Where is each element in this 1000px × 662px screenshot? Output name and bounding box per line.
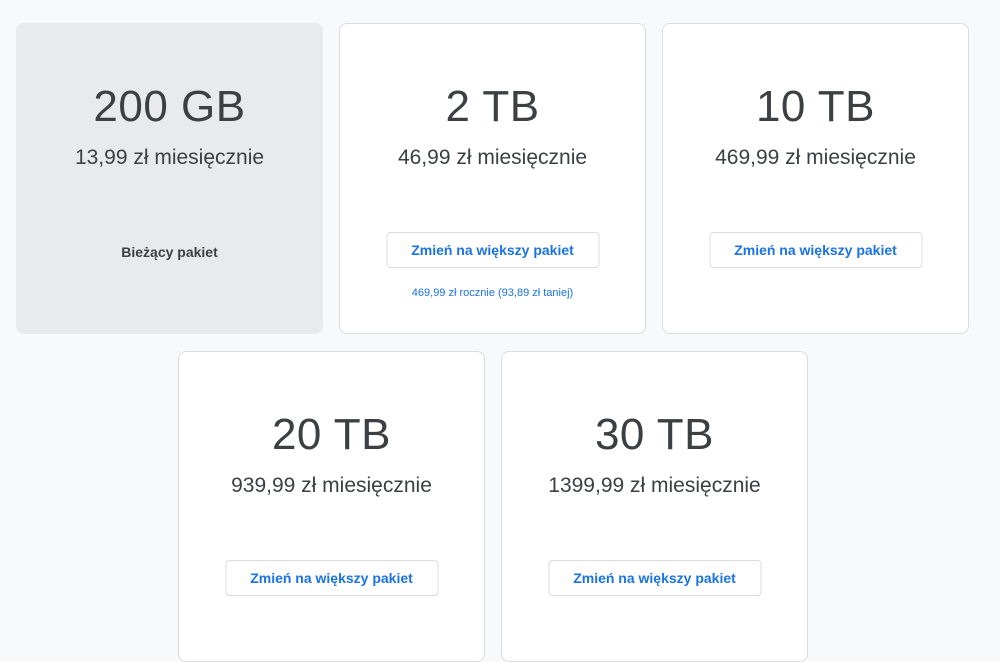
plan-size: 200 GB: [93, 82, 246, 131]
plan-price: 46,99 zł miesięcznie: [397, 146, 588, 169]
current-plan-label: Bieżący pakiet: [121, 244, 218, 260]
plan-card-30tb: 30 TB 1399,99 zł miesięcznie Zmień na wi…: [501, 351, 808, 662]
upgrade-button-10tb[interactable]: Zmień na większy pakiet: [709, 232, 922, 268]
plan-card-2tb: 2 TB 46,99 zł miesięcznie Zmień na więks…: [339, 23, 646, 334]
plan-price: 939,99 zł miesięcznie: [231, 474, 432, 497]
upgrade-button-2tb[interactable]: Zmień na większy pakiet: [386, 232, 599, 268]
upgrade-button-20tb[interactable]: Zmień na większy pakiet: [225, 560, 438, 596]
plan-card-200gb: 200 GB 13,99 zł miesięcznie Bieżący paki…: [16, 23, 323, 334]
yearly-price-offer: 469,99 zł rocznie (93,89 zł taniej): [411, 287, 574, 299]
plan-card-10tb: 10 TB 469,99 zł miesięcznie Zmień na wię…: [662, 23, 969, 334]
plan-size: 2 TB: [445, 82, 540, 131]
plan-price: 13,99 zł miesięcznie: [74, 146, 265, 169]
plan-size: 10 TB: [755, 82, 876, 131]
plan-card-20tb: 20 TB 939,99 zł miesięcznie Zmień na wię…: [178, 351, 485, 662]
plan-price: 469,99 zł miesięcznie: [715, 146, 916, 169]
upgrade-button-30tb[interactable]: Zmień na większy pakiet: [548, 560, 761, 596]
plan-size: 30 TB: [594, 410, 715, 459]
plan-size: 20 TB: [271, 410, 392, 459]
plan-price: 1399,99 zł miesięcznie: [548, 474, 761, 497]
